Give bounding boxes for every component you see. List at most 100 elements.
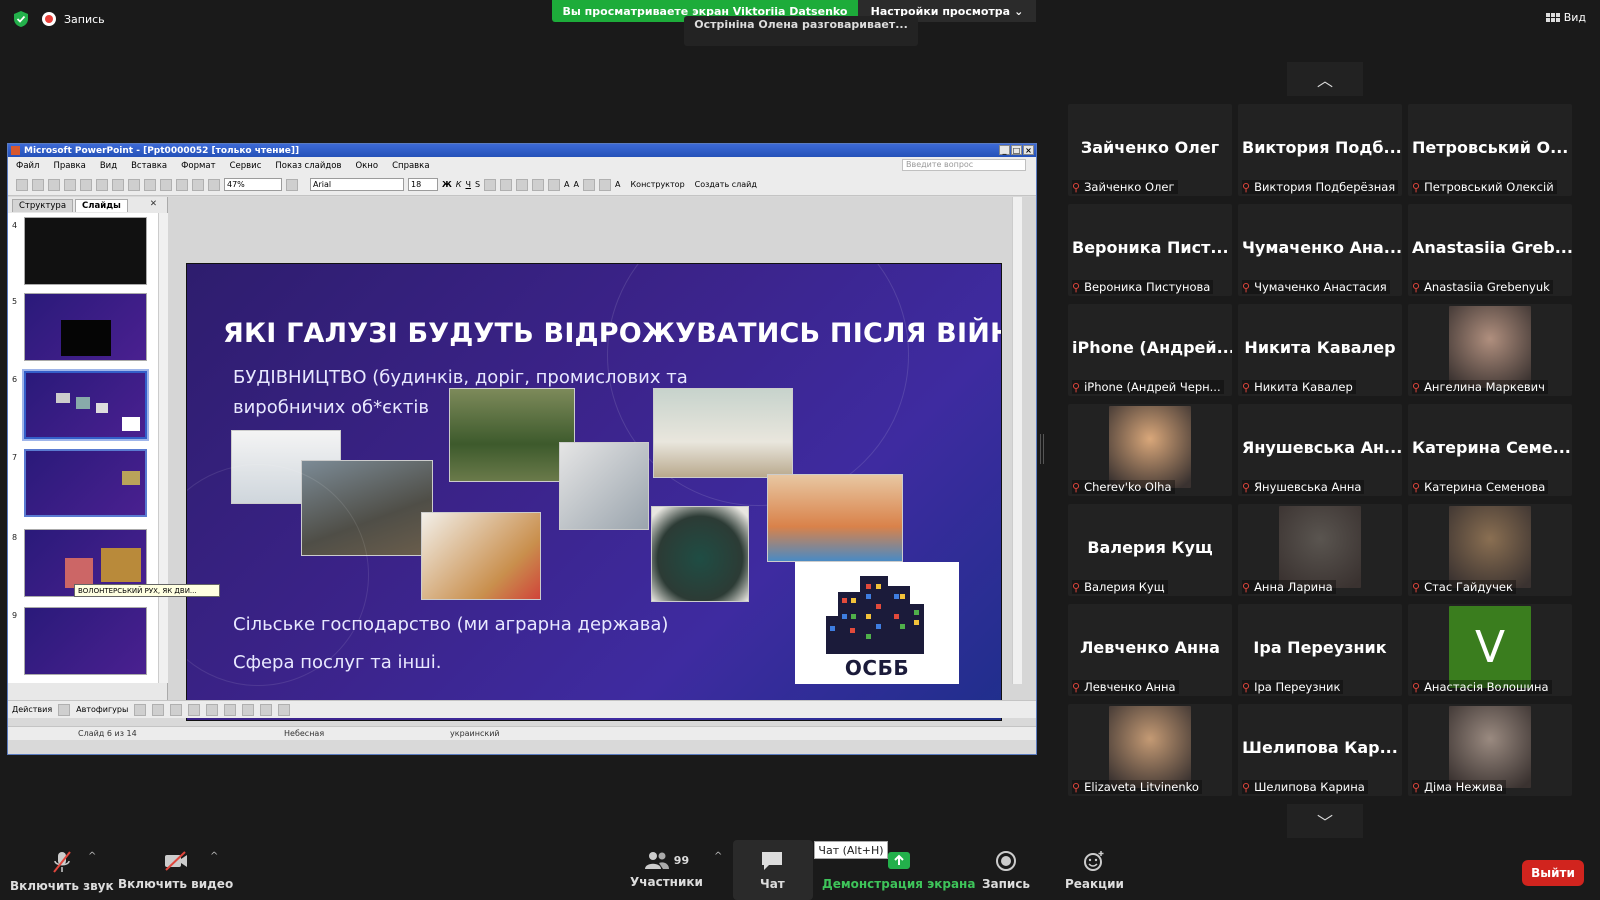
- participant-tile[interactable]: ⚲ Elizaveta Litvinenko: [1068, 704, 1232, 796]
- participant-tile[interactable]: Зайченко Олег ⚲ Зайченко Олег: [1068, 104, 1232, 196]
- copy-icon[interactable]: [144, 178, 156, 191]
- actions-menu[interactable]: Действия: [12, 705, 52, 714]
- menu-edit[interactable]: Правка: [53, 161, 85, 171]
- record-button[interactable]: Запись: [982, 850, 1030, 891]
- align-center-icon[interactable]: [500, 178, 513, 191]
- align-left-icon[interactable]: [484, 178, 497, 191]
- participant-tile[interactable]: iPhone (Андрей... ⚲ iPhone (Андрей Черн...: [1068, 304, 1232, 396]
- leave-meeting-button[interactable]: Выйти: [1522, 860, 1584, 886]
- fill-color-icon[interactable]: [242, 703, 255, 716]
- participants-caret-icon[interactable]: ^: [714, 851, 722, 862]
- participant-tile[interactable]: Шелипова Кар... ⚲ Шелипова Карина: [1238, 704, 1402, 796]
- numbering-icon[interactable]: [532, 178, 545, 191]
- unmute-button[interactable]: Включить звук: [10, 850, 114, 893]
- permission-icon[interactable]: [64, 178, 76, 191]
- autoshapes-menu[interactable]: Автофигуры: [76, 705, 128, 714]
- slide-thumbnail[interactable]: [24, 217, 147, 285]
- arrow-icon[interactable]: [152, 703, 165, 716]
- oval-icon[interactable]: [188, 703, 201, 716]
- participant-tile[interactable]: Катерина Семе... ⚲ Катерина Семенова: [1408, 404, 1572, 496]
- menu-help[interactable]: Справка: [392, 161, 429, 171]
- slide-thumbnail[interactable]: [24, 449, 147, 517]
- participant-tile[interactable]: Никита Кавалер ⚲ Никита Кавалер: [1238, 304, 1402, 396]
- menu-view[interactable]: Вид: [100, 161, 117, 171]
- preview-icon[interactable]: [96, 178, 108, 191]
- help-icon[interactable]: [286, 178, 298, 191]
- tab-slides[interactable]: Слайды: [75, 199, 128, 212]
- participant-tile[interactable]: ⚲ Cherev'ko Olha: [1068, 404, 1232, 496]
- shield-icon[interactable]: [12, 10, 30, 28]
- cut-icon[interactable]: [128, 178, 140, 191]
- video-options-caret-icon[interactable]: ^: [210, 851, 218, 862]
- participant-tile[interactable]: ⚲ Анна Ларина: [1238, 504, 1402, 596]
- menu-file[interactable]: Файл: [16, 161, 39, 171]
- participant-tile[interactable]: Янушевська Ан... ⚲ Янушевська Анна: [1238, 404, 1402, 496]
- participant-tile[interactable]: Вероника Пист... ⚲ Вероника Пистунова: [1068, 204, 1232, 296]
- slide-scrollbar[interactable]: [1012, 197, 1022, 684]
- wordart-icon[interactable]: [224, 703, 237, 716]
- tab-outline[interactable]: Структура: [12, 199, 74, 212]
- participant-tile[interactable]: ⚲ Діма Нежива: [1408, 704, 1572, 796]
- textbox-icon[interactable]: [206, 703, 219, 716]
- audio-options-caret-icon[interactable]: ^: [88, 851, 96, 862]
- recording-indicator[interactable]: Запись: [42, 12, 105, 26]
- bullets-icon[interactable]: [548, 178, 561, 191]
- align-right-icon[interactable]: [516, 178, 529, 191]
- paste-icon[interactable]: [160, 178, 172, 191]
- panel-resize-handle[interactable]: [1040, 434, 1044, 464]
- italic-button[interactable]: К: [456, 180, 462, 189]
- participant-tile[interactable]: V ⚲ Анастасія Волошина: [1408, 604, 1572, 696]
- participant-tile[interactable]: Виктория Подб... ⚲ Виктория Подберёзная: [1238, 104, 1402, 196]
- font-size-select[interactable]: 18: [408, 178, 438, 191]
- menu-window[interactable]: Окно: [355, 161, 378, 171]
- bold-button[interactable]: Ж: [442, 180, 452, 189]
- participant-tile[interactable]: ⚲ Ангелина Маркевич: [1408, 304, 1572, 396]
- line-color-icon[interactable]: [260, 703, 273, 716]
- menu-tools[interactable]: Сервис: [230, 161, 262, 171]
- gallery-page-up-button[interactable]: ︿: [1287, 62, 1363, 96]
- participant-tile[interactable]: Валерия Кущ ⚲ Валерия Кущ: [1068, 504, 1232, 596]
- slide-thumbnail[interactable]: [24, 293, 147, 361]
- thumbnails-scrollbar[interactable]: [158, 213, 168, 683]
- decrease-indent-icon[interactable]: [583, 178, 596, 191]
- undo-icon[interactable]: [176, 178, 188, 191]
- participant-tile[interactable]: Чумаченко Ана... ⚲ Чумаченко Анастасия: [1238, 204, 1402, 296]
- chart-icon[interactable]: [192, 178, 204, 191]
- menu-insert[interactable]: Вставка: [131, 161, 167, 171]
- line-icon[interactable]: [134, 703, 147, 716]
- participant-tile[interactable]: Петровський О... ⚲ Петровський Олексій: [1408, 104, 1572, 196]
- save-icon[interactable]: [48, 178, 60, 191]
- slide-thumbnail-selected[interactable]: [22, 369, 149, 441]
- slide-thumbnail[interactable]: [24, 607, 147, 675]
- chat-button[interactable]: Чат: [760, 850, 785, 891]
- designer-button[interactable]: Конструктор: [631, 180, 685, 189]
- participant-tile[interactable]: Левченко Анна ⚲ Левченко Анна: [1068, 604, 1232, 696]
- increase-indent-icon[interactable]: [599, 178, 612, 191]
- ask-question-field[interactable]: Введите вопрос: [902, 159, 1026, 171]
- shrink-font-button[interactable]: A: [574, 180, 579, 189]
- table-icon[interactable]: [208, 178, 220, 191]
- font-color-button[interactable]: A: [615, 180, 620, 189]
- close-icon[interactable]: ×: [1023, 145, 1034, 155]
- menu-format[interactable]: Формат: [181, 161, 216, 171]
- font-select[interactable]: Arial: [310, 178, 404, 191]
- menu-slideshow[interactable]: Показ слайдов: [275, 161, 341, 171]
- underline-button[interactable]: Ч: [465, 180, 470, 189]
- zoom-select[interactable]: 47%: [224, 178, 282, 191]
- participant-tile[interactable]: Anastasiia Greb... ⚲ Anastasiia Grebenyuk: [1408, 204, 1572, 296]
- minimize-icon[interactable]: _: [999, 145, 1010, 155]
- open-icon[interactable]: [32, 178, 44, 191]
- participant-tile[interactable]: Іра Переузник ⚲ Іра Переузник: [1238, 604, 1402, 696]
- view-button[interactable]: Вид: [1545, 11, 1586, 24]
- participant-tile[interactable]: ⚲ Стас Гайдучек: [1408, 504, 1572, 596]
- participants-button[interactable]: 99 Участники: [630, 850, 703, 889]
- spelling-icon[interactable]: [112, 178, 124, 191]
- maximize-icon[interactable]: □: [1011, 145, 1022, 155]
- grow-font-button[interactable]: A: [564, 180, 569, 189]
- select-icon[interactable]: [58, 703, 71, 716]
- print-icon[interactable]: [80, 178, 92, 191]
- new-icon[interactable]: [16, 178, 28, 191]
- shadow-button[interactable]: S: [475, 180, 480, 189]
- close-pane-icon[interactable]: ✕: [144, 198, 163, 210]
- line-style-icon[interactable]: [278, 703, 291, 716]
